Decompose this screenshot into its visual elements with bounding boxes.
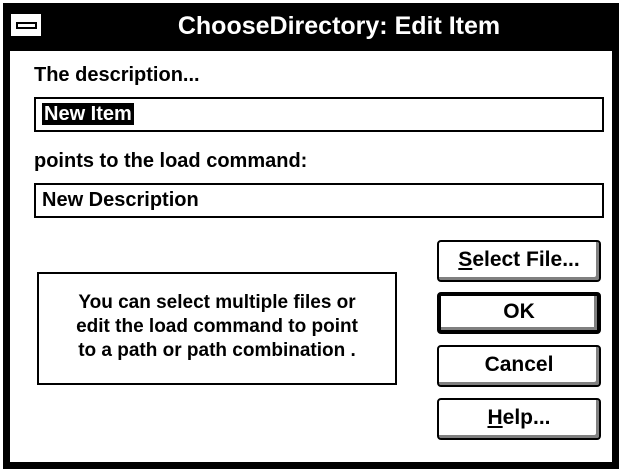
command-label: points to the load command:: [34, 150, 308, 172]
description-value: New Item: [42, 103, 134, 125]
select-file-mnemonic: S: [458, 248, 473, 271]
system-menu-bar: [16, 22, 37, 29]
dialog-client-area: The description... New Item points to th…: [10, 51, 612, 462]
ok-button[interactable]: OK: [437, 292, 601, 334]
description-field[interactable]: New Item: [34, 97, 604, 132]
load-command-field[interactable]: New Description: [34, 183, 604, 218]
window-title: ChooseDirectory: Edit Item: [177, 12, 501, 40]
cancel-button[interactable]: Cancel: [437, 345, 601, 387]
select-file-button[interactable]: Select File...: [437, 240, 601, 282]
help-button[interactable]: Help...: [437, 398, 601, 440]
dialog-window: ChooseDirectory: Edit Item The descripti…: [3, 3, 619, 469]
description-label: The description...: [34, 64, 200, 86]
help-mnemonic: H: [487, 406, 503, 429]
select-file-label: elect File...: [472, 248, 580, 271]
info-box: You can select multiple files or edit th…: [37, 272, 397, 385]
info-text: You can select multiple files or edit th…: [76, 292, 358, 361]
help-label: elp...: [502, 406, 551, 429]
title-bar[interactable]: ChooseDirectory: Edit Item: [3, 3, 619, 49]
system-menu-icon[interactable]: [9, 12, 43, 38]
